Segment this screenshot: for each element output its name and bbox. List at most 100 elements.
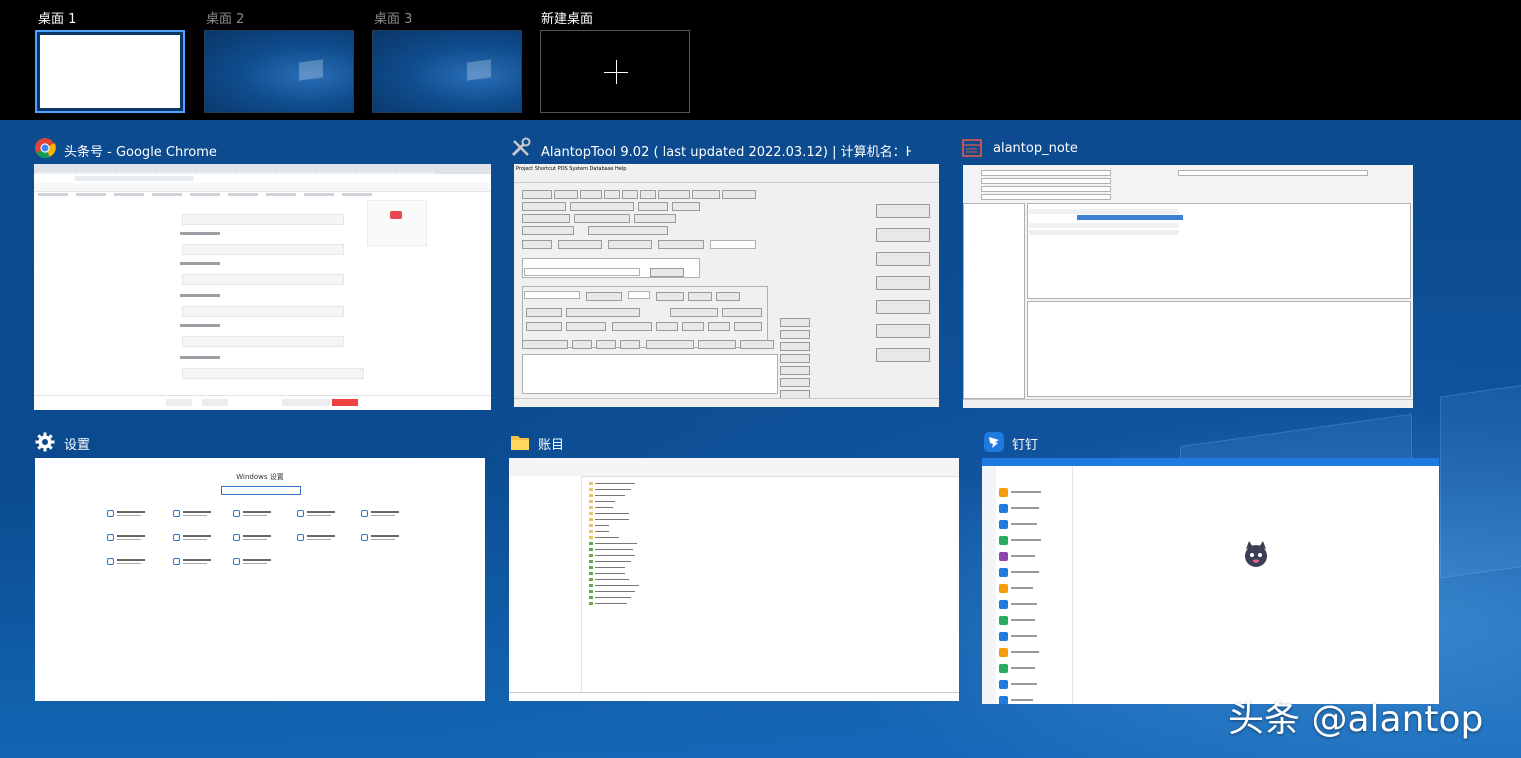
- settings-tile: [233, 558, 273, 568]
- tool-button: [740, 340, 774, 349]
- alantoptool-window-preview[interactable]: Project Shortcut POS System Database Hel…: [514, 164, 939, 407]
- tool-button: [620, 340, 640, 349]
- tool-button: [638, 202, 668, 211]
- settings-tile: [361, 534, 401, 544]
- note-status-bar: [963, 399, 1413, 408]
- note-field: [981, 178, 1111, 184]
- tool-button: [780, 330, 810, 339]
- tool-button: [566, 308, 640, 317]
- note-selected-row: [1077, 215, 1183, 220]
- editor-block: [182, 306, 344, 317]
- tool-button: [682, 322, 704, 331]
- tool-button: [566, 322, 606, 331]
- chrome-window-preview[interactable]: [34, 164, 491, 410]
- desktop-3-thumbnail[interactable]: [372, 30, 522, 113]
- tool-button: [522, 340, 568, 349]
- tool-button: [722, 190, 756, 199]
- tool-button: [658, 190, 690, 199]
- note-field: [981, 194, 1111, 200]
- note-field: [1178, 170, 1368, 176]
- shortcut-button: [876, 204, 930, 218]
- explorer-status-bar: [509, 692, 959, 701]
- tool-button: [580, 190, 602, 199]
- tool-status-bar: [514, 398, 939, 407]
- settings-tile: [107, 558, 147, 568]
- tools-icon: [511, 137, 531, 157]
- windows-logo-icon: [299, 59, 323, 81]
- tool-dropdown: [710, 240, 756, 249]
- window-title-alantop-note: alantop_note: [993, 141, 1078, 156]
- desktop-1-thumbnail[interactable]: [35, 30, 185, 113]
- folder-icon: [511, 436, 529, 450]
- tool-button: [574, 214, 630, 223]
- tool-button: [588, 226, 668, 235]
- tool-button: [780, 318, 810, 327]
- tool-button: [698, 340, 736, 349]
- desktop-1-label[interactable]: 桌面 1: [38, 8, 76, 27]
- explorer-window-preview[interactable]: [509, 458, 959, 701]
- windows-logo-icon: [467, 59, 491, 81]
- settings-tile: [297, 534, 337, 544]
- tool-button: [634, 214, 676, 223]
- tool-button: [526, 322, 562, 331]
- virtual-desktops-bar: 桌面 1 桌面 2 桌面 3 新建桌面: [0, 0, 1521, 120]
- toutiao-watermark: 头条 @alantop: [1228, 699, 1484, 740]
- desktop-1-preview: [40, 35, 180, 108]
- shortcut-button: [876, 228, 930, 242]
- tool-button: [656, 322, 678, 331]
- tool-button: [658, 240, 704, 249]
- settings-search: [221, 486, 301, 495]
- editor-block: [182, 368, 364, 379]
- tool-button: [522, 202, 566, 211]
- window-title-settings: 设置: [64, 438, 91, 453]
- shortcut-button: [876, 276, 930, 290]
- note-category-list: [963, 203, 1025, 399]
- bookmarks-bar: [34, 183, 491, 196]
- tool-button: [558, 240, 602, 249]
- dingtalk-empty-mascot-icon: [1245, 541, 1267, 567]
- window-title-alantoptool: AlantopTool 9.02 ( last updated 2022.03.…: [541, 145, 911, 160]
- ping-dropdown: [524, 291, 580, 299]
- settings-tile: [107, 534, 147, 544]
- explorer-nav-pane: [509, 476, 582, 695]
- editor-heading: [180, 324, 220, 327]
- settings-heading: Windows 设置: [236, 473, 284, 481]
- editor-block: [182, 274, 344, 285]
- command-textarea: [522, 354, 778, 394]
- tool-button: [656, 292, 684, 301]
- tool-button: [572, 340, 592, 349]
- desktop-3-label[interactable]: 桌面 3: [374, 8, 412, 27]
- tool-button: [526, 308, 562, 317]
- tool-button: [722, 308, 762, 317]
- search-input: [524, 268, 640, 276]
- tool-button: [608, 240, 652, 249]
- tool-button: [522, 226, 574, 235]
- settings-tile: [173, 534, 213, 544]
- settings-window-preview[interactable]: Windows 设置: [35, 458, 485, 701]
- explorer-ribbon: [509, 458, 959, 477]
- publish-footer: [34, 395, 491, 410]
- editor-block: [182, 244, 344, 255]
- tool-button: [670, 308, 718, 317]
- tool-button: [596, 340, 616, 349]
- window-title-chrome: 头条号 - Google Chrome: [64, 145, 217, 160]
- tool-button: [692, 190, 720, 199]
- tool-button: [716, 292, 740, 301]
- tool-button: [622, 190, 638, 199]
- tool-button: [734, 322, 762, 331]
- gear-icon: [35, 432, 55, 452]
- note-content: [1027, 301, 1411, 397]
- dingtalk-titlebar: [982, 458, 1439, 466]
- new-desktop-button[interactable]: [540, 30, 690, 113]
- dingtalk-window-preview[interactable]: [982, 458, 1439, 704]
- settings-tile: [297, 510, 337, 520]
- alantop-note-window-preview[interactable]: [963, 165, 1413, 408]
- note-field: [981, 186, 1111, 192]
- tool-button: [646, 340, 694, 349]
- shortcut-button: [876, 300, 930, 314]
- desktop-2-label[interactable]: 桌面 2: [206, 8, 244, 27]
- new-desktop-label[interactable]: 新建桌面: [541, 8, 593, 27]
- editor-heading: [180, 232, 220, 235]
- desktop-2-thumbnail[interactable]: [204, 30, 354, 113]
- editor-heading: [180, 294, 220, 297]
